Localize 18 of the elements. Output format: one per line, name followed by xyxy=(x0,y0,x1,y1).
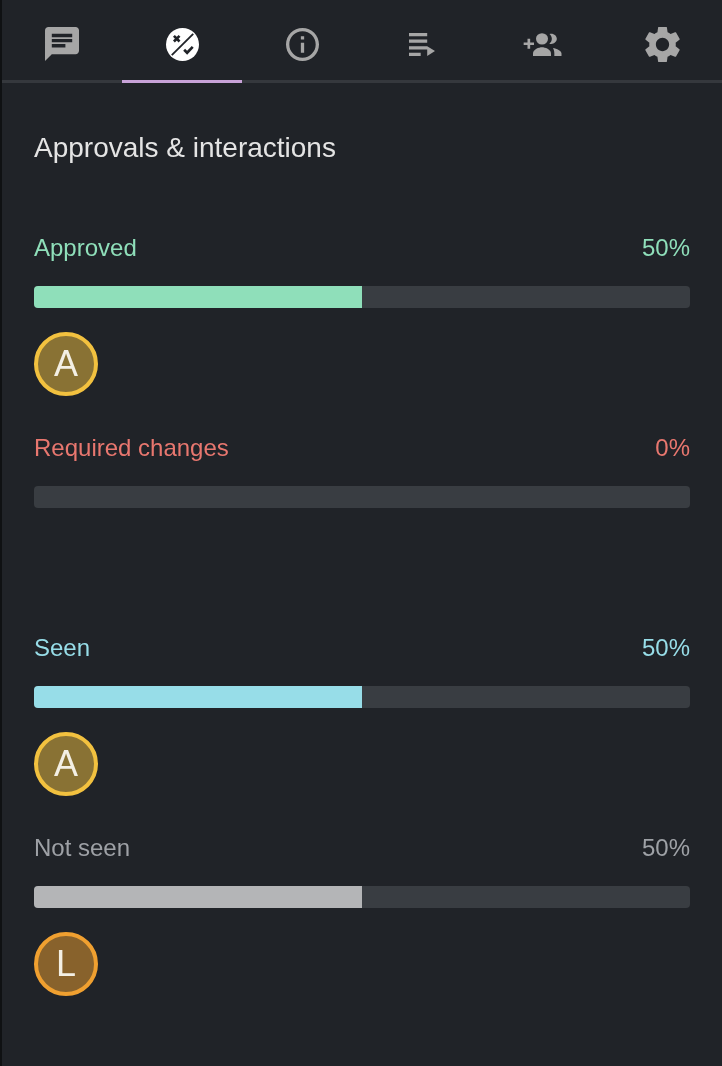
panel-heading: Approvals & interactions xyxy=(34,131,336,165)
status-label: Approved xyxy=(34,233,137,263)
settings-icon xyxy=(644,26,680,62)
info-icon xyxy=(285,27,319,61)
status-label: Not seen xyxy=(34,833,131,863)
status-label: Seen xyxy=(34,633,91,663)
list-play-icon xyxy=(409,32,435,56)
percentage: 0% xyxy=(655,433,690,463)
avatar: L xyxy=(34,932,98,996)
add-people-icon xyxy=(522,32,562,56)
chat-bubble-icon xyxy=(45,27,79,61)
percentage: 50% xyxy=(641,233,690,263)
percentage: 50% xyxy=(641,833,690,863)
avatar: A xyxy=(34,332,98,396)
percentage: 50% xyxy=(641,633,690,663)
cross-check-circle-icon xyxy=(165,27,199,61)
status-label: Required changes xyxy=(34,433,229,463)
avatar: A xyxy=(34,732,98,796)
